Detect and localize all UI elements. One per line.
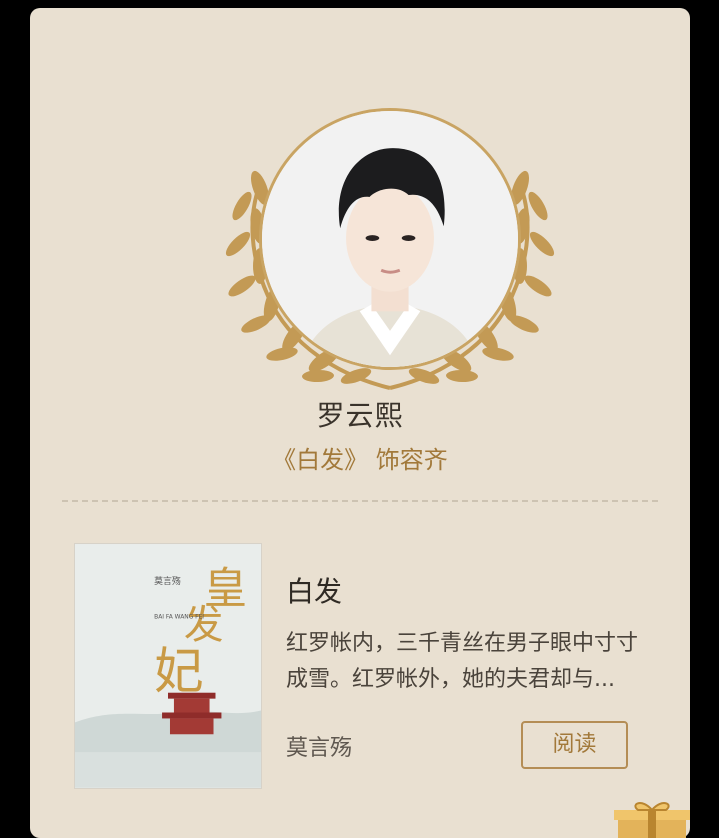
dashed-divider	[62, 500, 658, 502]
gift-box-icon[interactable]	[612, 800, 692, 838]
book-author: 莫言殇	[286, 736, 353, 761]
read-button[interactable]: 阅读	[521, 721, 628, 769]
actor-name: 罗云熙	[316, 399, 404, 432]
cover-author: 莫言殇	[154, 575, 181, 587]
book-description: 红罗帐内，三千青丝在男子眼中寸寸成雪。红罗帐外，她的夫君却与...	[286, 631, 639, 692]
actor-book-card: 罗云熙 《白发》 饰容齐 皇 发 妃 莫言殇 BAI FA WANG FEI 白…	[30, 8, 690, 838]
cover-title-char-3: 妃	[154, 642, 203, 700]
cover-pinyin: BAI FA WANG FEI	[154, 614, 204, 621]
actor-portrait-frame	[220, 96, 560, 396]
actor-avatar	[259, 108, 521, 370]
book-cover[interactable]: 皇 发 妃 莫言殇 BAI FA WANG FEI	[74, 543, 262, 789]
actor-role: 《白发》 饰容齐	[272, 446, 448, 474]
book-title[interactable]: 白发	[286, 570, 342, 610]
